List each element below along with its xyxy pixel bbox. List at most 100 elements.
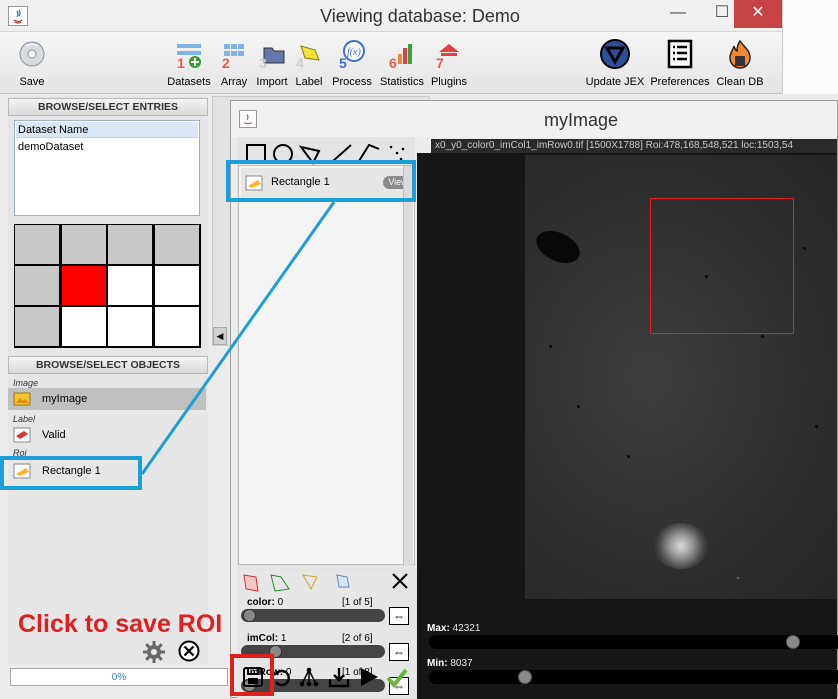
dataset-row[interactable]: demoDataset — [16, 139, 198, 155]
max-slider[interactable] — [429, 635, 838, 649]
tool-plugins[interactable]: 7 Plugins — [428, 36, 470, 92]
array-cell[interactable] — [61, 266, 106, 305]
image-window-titlebar: myImage — [231, 101, 837, 137]
folder-icon: 3 — [256, 38, 288, 71]
tool-array[interactable]: 2 Array — [214, 36, 254, 92]
svg-text:f(x): f(x) — [347, 47, 362, 58]
tool-process-label: Process — [332, 76, 372, 88]
main-titlebar: Viewing database: Demo — ☐ ✕ — [0, 0, 838, 32]
object-name: myImage — [42, 393, 88, 405]
image-viewport[interactable]: Max: 42321 Min: 8037 — [417, 153, 838, 699]
speck — [761, 335, 764, 338]
array-cell[interactable] — [108, 307, 152, 346]
array-cell[interactable] — [108, 266, 152, 305]
array-cell[interactable] — [154, 307, 199, 346]
svg-text:3: 3 — [259, 55, 267, 70]
svg-text:5: 5 — [339, 55, 347, 70]
image-object-icon — [13, 392, 31, 406]
array-cell[interactable] — [154, 225, 199, 264]
speck — [815, 425, 818, 428]
array-cell[interactable] — [154, 266, 199, 305]
dim-imcol-count: [2 of 6] — [342, 633, 373, 644]
object-row-label[interactable]: Valid — [8, 424, 206, 446]
bar-chart-icon: 6 — [386, 38, 418, 71]
min-slider-knob[interactable] — [518, 670, 533, 684]
polyline-tool-icon — [358, 143, 380, 162]
download-icon[interactable] — [328, 666, 350, 688]
svg-text:4: 4 — [296, 55, 304, 70]
roi-list[interactable]: Rectangle 1 View — [238, 165, 415, 566]
tool-label[interactable]: 4 Label — [292, 36, 326, 92]
scroll-left-arrow[interactable]: ◀ — [213, 327, 227, 345]
entries-section-header: BROWSE/SELECT ENTRIES — [8, 98, 208, 116]
tool-array-label: Array — [220, 76, 248, 88]
checkmark-icon[interactable] — [386, 666, 408, 688]
left-panel: BROWSE/SELECT ENTRIES Dataset Name demoD… — [8, 96, 208, 662]
roi-tool-panel: Rectangle 1 View color: 0 [1 of 5] ⇔ imC… — [237, 137, 419, 699]
color-animate-button[interactable]: ⇔ — [389, 607, 409, 625]
update-jex-label: Update JEX — [585, 76, 645, 88]
tool-process[interactable]: f(x) 5 Process — [330, 36, 374, 92]
array-cell[interactable] — [61, 225, 106, 264]
disk-icon — [16, 38, 48, 70]
tool-statistics-label: Statistics — [379, 76, 424, 88]
tool-plugins-label: Plugins — [430, 76, 468, 88]
objects-section-header: BROWSE/SELECT OBJECTS — [8, 356, 208, 374]
background-window-edge — [782, 32, 838, 94]
array-cell[interactable] — [15, 225, 59, 264]
label-tag-icon — [13, 427, 31, 443]
slider-knob[interactable] — [243, 609, 256, 622]
array-cell[interactable] — [108, 225, 152, 264]
bright-spot — [653, 523, 709, 569]
min-label: Min: 8037 — [427, 658, 473, 669]
update-triangle-icon — [599, 38, 631, 70]
array-cell[interactable] — [61, 307, 106, 346]
save-tool-button[interactable]: Save — [12, 36, 52, 92]
dataset-column-header[interactable]: Dataset Name — [16, 122, 198, 138]
close-circle-icon[interactable] — [178, 640, 200, 662]
image-category-label: Image — [13, 378, 39, 388]
roi-rectangle[interactable] — [650, 198, 794, 334]
color-slider[interactable] — [241, 609, 385, 622]
tool-import[interactable]: 3 Import — [254, 36, 290, 92]
java-app-icon — [239, 110, 257, 128]
svg-text:7: 7 — [436, 55, 444, 70]
preferences-button[interactable]: Preferences — [648, 36, 712, 92]
array-cell[interactable] — [15, 307, 59, 346]
svg-text:6: 6 — [389, 55, 397, 70]
clean-db-button[interactable]: Clean DB — [714, 36, 766, 92]
update-jex-button[interactable]: Update JEX — [584, 36, 646, 92]
object-row-image[interactable]: myImage — [8, 388, 206, 410]
tag-icon: 4 — [293, 38, 325, 71]
max-slider-knob[interactable] — [786, 635, 801, 649]
max-label: Max: 42321 — [427, 623, 481, 634]
speck — [627, 455, 630, 458]
svg-text:1: 1 — [177, 55, 185, 70]
tool-datasets[interactable]: 1 Datasets — [164, 36, 214, 92]
minimize-button[interactable]: — — [656, 0, 700, 28]
clean-db-label: Clean DB — [716, 76, 764, 88]
microscopy-image[interactable] — [525, 155, 837, 599]
roi-list-scrollbar[interactable] — [403, 166, 413, 566]
dim-imcol-label: imCol: 1 — [247, 633, 287, 644]
point-tree-icon[interactable] — [298, 666, 320, 688]
label-category-label: Label — [13, 414, 36, 424]
array-cell[interactable] — [15, 266, 59, 305]
close-button[interactable]: ✕ — [734, 0, 782, 28]
gear-icon[interactable] — [142, 640, 166, 664]
svg-text:2: 2 — [222, 55, 230, 70]
line-tool-icon — [332, 144, 352, 162]
dataset-table[interactable]: Dataset Name demoDataset — [14, 120, 200, 216]
plugin-icon: 7 — [433, 38, 465, 71]
play-icon[interactable] — [358, 666, 380, 688]
tool-import-label: Import — [256, 76, 288, 88]
entry-array-grid[interactable] — [14, 224, 201, 348]
speck — [803, 247, 806, 250]
preferences-label: Preferences — [650, 76, 710, 88]
tool-statistics[interactable]: 6 Statistics — [378, 36, 426, 92]
min-slider[interactable] — [429, 670, 838, 684]
window-title: Viewing database: Demo — [320, 6, 520, 26]
save-tool-label: Save — [19, 76, 45, 88]
progress-text: 0% — [111, 672, 127, 683]
function-icon: f(x) 5 — [336, 38, 368, 71]
